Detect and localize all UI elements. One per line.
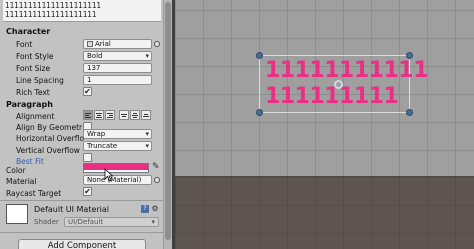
material-preview-thumbnail [6,204,28,224]
rect-handle-top-left[interactable] [256,52,263,59]
text-line-1: 111111111111111111111 [5,1,102,10]
inspector-panel: 111111111111111111111 111111111111111111… [0,0,163,249]
mouse-cursor-icon [104,168,114,182]
material-picker-icon[interactable] [154,177,160,183]
best-fit-label: Best Fit [16,157,44,166]
font-label: Font [16,40,33,49]
scene-text-line-1: 11111111111 [265,58,428,83]
section-paragraph: Paragraph [6,100,53,109]
text-input-area[interactable]: 111111111111111111111 111111111111111111… [3,0,161,22]
rich-text-label: Rich Text [16,88,50,97]
line-spacing-field[interactable]: 1 [83,75,152,85]
material-label: Material [6,177,37,186]
alignment-label: Alignment [16,112,55,121]
vertical-alignment-group [119,110,151,120]
section-character: Character [6,27,51,36]
font-size-label: Font Size [16,64,51,73]
align-left-button[interactable] [83,110,93,120]
color-label: Color [6,166,26,175]
divider [0,232,163,233]
color-swatch[interactable] [83,163,149,173]
scene-view[interactable]: 11111111111 111111111 [175,0,474,249]
inspector-scrollbar[interactable] [163,0,172,249]
horizontal-overflow-label: Horizontal Overflo [16,134,85,143]
font-style-dropdown[interactable]: Bold [83,51,152,61]
horizontal-alignment-group [83,110,115,120]
rect-handle-bottom-right[interactable] [406,109,413,116]
scene-text-line-2: 111111111 [265,84,399,109]
vertical-overflow-label: Vertical Overflow [16,146,80,155]
align-top-button[interactable] [119,110,129,120]
scene-ground [175,176,474,249]
raycast-target-label: Raycast Target [6,189,62,198]
font-field[interactable]: Arial [83,39,152,49]
best-fit-checkbox[interactable] [83,153,92,162]
help-book-icon[interactable]: ? [141,205,149,213]
rect-handle-bottom-left[interactable] [256,109,263,116]
scroll-thumb[interactable] [165,2,171,240]
font-style-label: Font Style [16,52,54,61]
horizontal-overflow-dropdown[interactable]: Wrap [83,129,152,139]
align-geometry-label: Align By Geometr [16,123,83,132]
font-size-field[interactable]: 137 [83,63,152,73]
pivot-icon[interactable] [334,80,343,89]
material-title: Default UI Material [34,205,110,214]
divider [0,200,163,201]
font-value: Arial [95,40,111,48]
object-picker-icon[interactable] [154,41,160,47]
add-component-button[interactable]: Add Component [18,239,146,249]
align-right-button[interactable] [105,110,115,120]
eyedropper-icon[interactable]: ✎ [152,162,160,172]
raycast-target-checkbox[interactable]: ✔ [83,187,92,196]
text-line-2: 11111111111111111111 [5,10,97,19]
align-bottom-button[interactable] [141,110,151,120]
align-center-button[interactable] [94,110,104,120]
shader-label: Shader [34,218,59,226]
shader-dropdown[interactable]: UI/Default [64,217,159,227]
material-field[interactable]: None (Material) [83,175,152,185]
font-asset-icon [87,41,93,47]
vertical-overflow-dropdown[interactable]: Truncate [83,141,152,151]
line-spacing-label: Line Spacing [16,76,64,85]
rich-text-checkbox[interactable]: ✔ [83,87,92,96]
align-middle-button[interactable] [130,110,140,120]
gear-icon[interactable]: ⚙ [151,205,159,213]
